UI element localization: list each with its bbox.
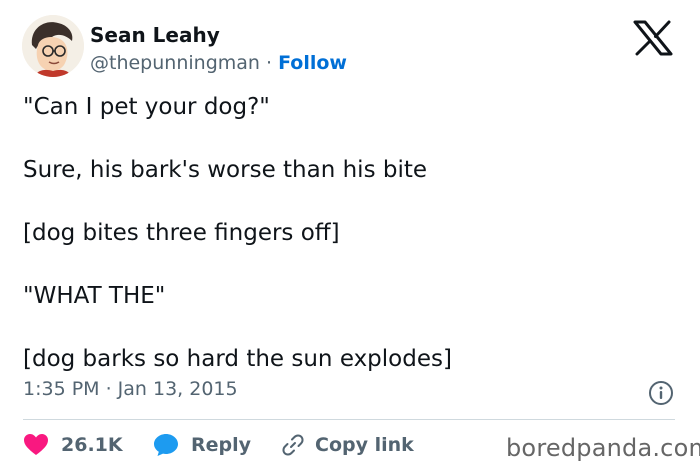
like-count: 26.1K xyxy=(61,434,123,456)
watermark: boredpanda.com xyxy=(506,434,700,462)
x-logo-icon[interactable] xyxy=(633,20,673,56)
handle-separator: · xyxy=(259,52,279,74)
author-handle[interactable]: @thepunningman xyxy=(90,52,260,74)
copy-link-button[interactable]: Copy link xyxy=(281,429,414,461)
follow-button[interactable]: Follow xyxy=(278,52,347,74)
reply-label: Reply xyxy=(191,434,252,456)
tweet-line: "Can I pet your dog?" xyxy=(23,94,270,120)
handle-row: @thepunningman · Follow xyxy=(90,49,347,77)
tweet-timestamp[interactable]: 1:35 PM · Jan 13, 2015 xyxy=(23,378,238,400)
tweet-line: "WHAT THE" xyxy=(23,283,166,309)
avatar[interactable] xyxy=(22,15,84,77)
speech-bubble-icon xyxy=(153,433,179,457)
like-button[interactable]: 26.1K xyxy=(23,429,123,461)
heart-icon xyxy=(23,433,49,457)
tweet-line: Sure, his bark's worse than his bite xyxy=(23,157,428,183)
divider xyxy=(23,419,675,420)
author-name[interactable]: Sean Leahy xyxy=(90,21,347,49)
tweet-line: [dog bites three fingers off] xyxy=(23,220,340,246)
tweet-text: "Can I pet your dog?" Sure, his bark's w… xyxy=(23,92,673,407)
tweet-card: Sean Leahy @thepunningman · Follow "Can … xyxy=(0,0,700,471)
info-icon[interactable] xyxy=(648,380,674,406)
reply-button[interactable]: Reply xyxy=(153,429,251,461)
copy-link-label: Copy link xyxy=(315,434,414,456)
link-icon xyxy=(281,433,305,457)
author-block: Sean Leahy @thepunningman · Follow xyxy=(90,21,347,77)
